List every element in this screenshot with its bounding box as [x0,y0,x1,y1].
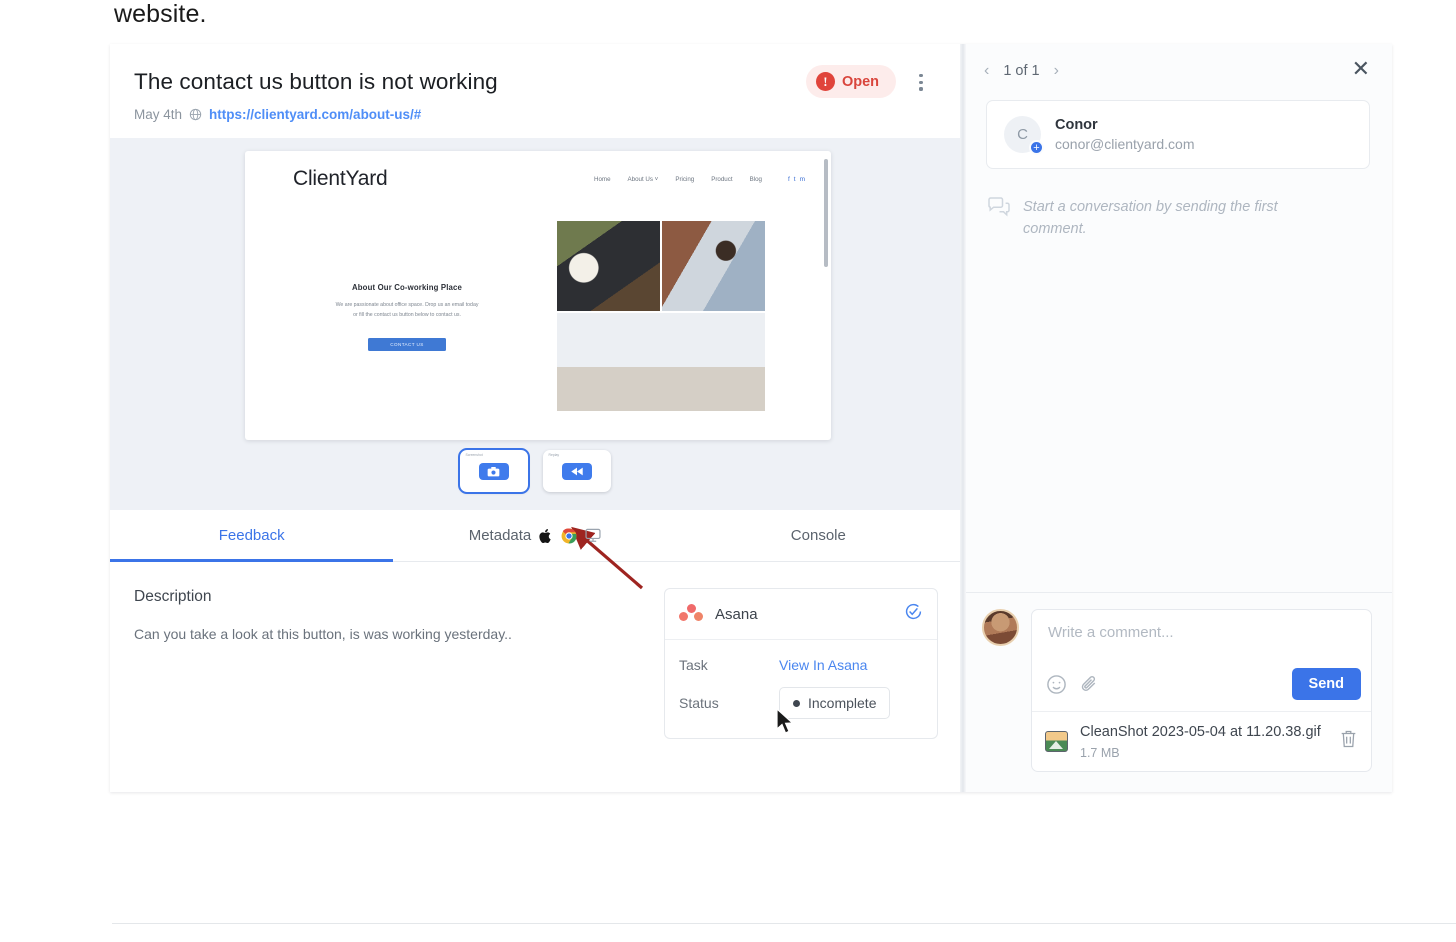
website-screenshot[interactable]: ClientYard Home About Us ˅ Pricing Produ… [245,151,831,440]
social-icons: f t m [788,176,805,183]
right-panel-header: ‹ 1 of 1 › ✕ C + Conor conor@clientyard.… [966,44,1392,169]
site-nav-item: Product [711,175,733,183]
next-arrow-icon[interactable]: › [1054,62,1059,80]
tab-metadata[interactable]: Metadata [393,510,676,561]
left-pane: The contact us button is not working ! O… [110,44,960,792]
page-title: The contact us button is not working [134,69,498,94]
site-nav: Home About Us ˅ Pricing Product Blog f t… [594,176,811,183]
camera-icon [478,462,509,480]
desktop-icon [585,528,601,543]
tab-label: Metadata [468,527,532,544]
site-paragraph-1: We are passionate about office space. Dr… [335,302,479,308]
reporter-card[interactable]: C + Conor conor@clientyard.com [986,100,1370,169]
prev-arrow-icon[interactable]: ‹ [984,62,989,80]
issue-url-link[interactable]: https://clientyard.com/about-us/# [209,107,421,122]
alert-icon: ! [815,72,835,91]
current-user-avatar [982,609,1019,647]
footer-divider [112,923,1456,924]
description-heading: Description [134,588,212,605]
kebab-menu-icon[interactable] [908,66,934,91]
tab-label: Feedback [218,527,285,544]
avatar: C + [1004,116,1044,155]
empty-state-text: Start a conversation by sending the firs… [1023,199,1278,237]
trash-icon[interactable] [1339,729,1358,754]
issue-header: The contact us button is not working ! O… [110,44,960,122]
add-user-icon[interactable]: + [1029,140,1044,155]
photo-woman-laptop [662,221,765,311]
asana-status-row: Status Incomplete [679,684,923,722]
status-badge[interactable]: ! Open [805,65,896,98]
twitter-icon: t [793,175,796,183]
preview-scrollbar[interactable] [824,159,828,267]
site-photo-collage [557,221,765,411]
site-logo: ClientYard [293,167,388,190]
image-file-icon [1045,731,1068,753]
paperclip-icon[interactable] [1079,674,1100,695]
status-dot-icon [793,699,800,707]
send-button[interactable]: Send [1291,668,1361,701]
conversation-spacer [966,241,1392,593]
view-in-asana-link[interactable]: View In Asana [779,657,867,673]
chat-bubble-icon [988,197,1010,217]
thumbnail-replay[interactable]: Replay [542,450,611,492]
reporter-email: conor@clientyard.com [1055,136,1195,152]
issue-date: May 4th [134,107,183,122]
tab-label: Console [790,527,846,544]
mouse-cursor-icon [776,709,794,734]
reporter-info: Conor conor@clientyard.com [1055,117,1195,152]
empty-conversation-state: Start a conversation by sending the firs… [966,169,1392,241]
site-nav-item: Blog [749,175,762,183]
globe-icon [189,108,202,121]
apple-icon [539,528,553,544]
attachment-name: CleanShot 2023-05-04 at 11.20.38.gif [1080,724,1321,741]
feedback-widget: The contact us button is not working ! O… [110,44,1392,792]
photo-conference-room [557,313,765,411]
site-nav-item: Pricing [675,175,695,183]
asana-logo-icon [679,604,704,624]
reporter-name: Conor [1055,117,1098,133]
comment-composer: Write a comment... Send CleanShot 2023-0… [966,592,1392,792]
attachment-size: 1.7 MB [1080,746,1120,760]
facebook-icon: f [787,175,790,183]
capture-thumbnails: Screenshot Replay [110,448,960,494]
site-nav-item: Home [594,175,611,183]
thumbnail-caption: Replay [548,453,560,457]
page-root: website. The contact us button is not wo… [0,0,1456,942]
site-heading: About Our Co-working Place [351,283,463,292]
thumbnail-caption: Screenshot [465,453,483,457]
issue-meta: May 4th https://clientyard.com/about-us/… [134,107,934,122]
asana-task-row: Task View In Asana [679,646,923,684]
site-nav-item: About Us ˅ [627,175,659,183]
emoji-icon[interactable] [1046,674,1067,695]
close-icon[interactable]: ✕ [1352,58,1370,80]
tab-bar: Feedback Metadata Console [110,510,960,562]
sync-check-icon[interactable] [904,602,923,626]
tab-console[interactable]: Console [677,510,960,561]
tab-feedback[interactable]: Feedback [110,510,394,562]
feedback-panel: Description Can you take a look at this … [110,562,960,792]
asana-task-label: Task [679,657,708,673]
item-counter: 1 of 1 [1003,63,1040,79]
screenshot-preview: ClientYard Home About Us ˅ Pricing Produ… [110,138,960,590]
mail-icon: m [799,175,805,183]
chrome-icon [561,528,577,544]
description-text: Can you take a look at this button, is w… [134,626,512,642]
stray-text: website. [114,0,207,28]
photo-laptop-charts [557,221,660,311]
asana-integration-card: Asana Task View In Asana Status Incomple… [664,588,938,739]
thumbnail-screenshot[interactable]: Screenshot [457,448,530,494]
attachment-row: CleanShot 2023-05-04 at 11.20.38.gif 1.7… [1032,711,1371,771]
comment-input[interactable]: Write a comment... [1032,610,1371,664]
site-paragraph-2: or fill the contact us button below to c… [353,311,461,318]
asana-status-label: Status [679,695,719,711]
status-label: Open [841,73,879,90]
description-block: Description Can you take a look at this … [134,588,648,792]
rewind-icon [561,462,592,480]
status-chip-label: Incomplete [808,695,877,711]
integration-name: Asana [715,605,758,623]
right-pane: ‹ 1 of 1 › ✕ C + Conor conor@clientyard.… [966,44,1392,792]
contact-us-button[interactable]: CONTACT US [368,338,446,352]
